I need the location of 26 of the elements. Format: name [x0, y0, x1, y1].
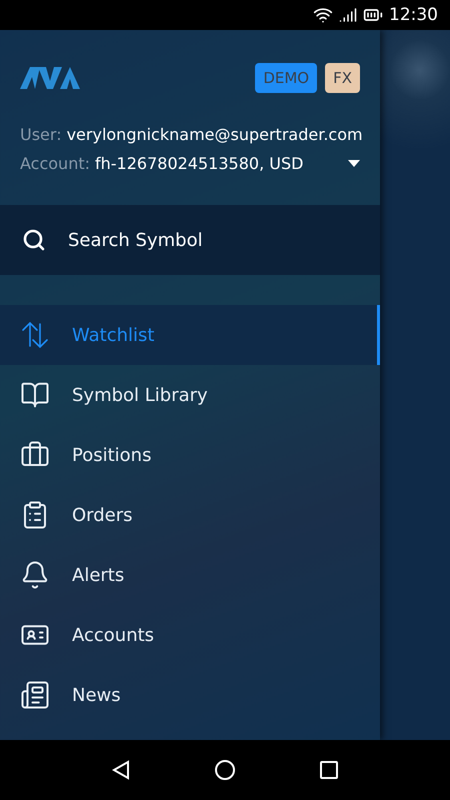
recents-icon[interactable]	[318, 760, 339, 780]
book-icon	[20, 380, 50, 410]
search-field[interactable]: Search Symbol	[68, 230, 203, 250]
menu-item[interactable]: Orders	[0, 485, 380, 545]
menu-item[interactable]: Positions	[0, 425, 380, 485]
signal-icon	[339, 6, 357, 24]
newspaper-icon	[20, 680, 50, 710]
dropdown-icon[interactable]	[348, 160, 360, 167]
menu-item[interactable]: Watchlist	[0, 305, 380, 365]
menu-item[interactable]: News	[0, 665, 380, 725]
logo-icon	[20, 67, 80, 89]
account-badge: FX	[325, 63, 360, 93]
menu-item[interactable]: Symbol Library	[0, 365, 380, 425]
account-number: fh-12678024513580, USD	[95, 154, 304, 173]
user-email: verylongnickname@supertrader.com	[66, 125, 363, 144]
user-label: User:	[20, 125, 62, 144]
account-label: Account:	[20, 154, 90, 173]
up-down-arrows-icon	[20, 320, 50, 350]
back-icon[interactable]	[111, 760, 132, 780]
account-badge: DEMO	[255, 63, 318, 93]
menu-item[interactable]: Accounts	[0, 605, 380, 665]
menu-item[interactable]: Alerts	[0, 545, 380, 605]
bell-icon	[20, 560, 50, 590]
search-icon[interactable]	[22, 228, 46, 252]
clock-time: 12:30	[389, 5, 438, 25]
home-icon[interactable]	[214, 759, 236, 781]
